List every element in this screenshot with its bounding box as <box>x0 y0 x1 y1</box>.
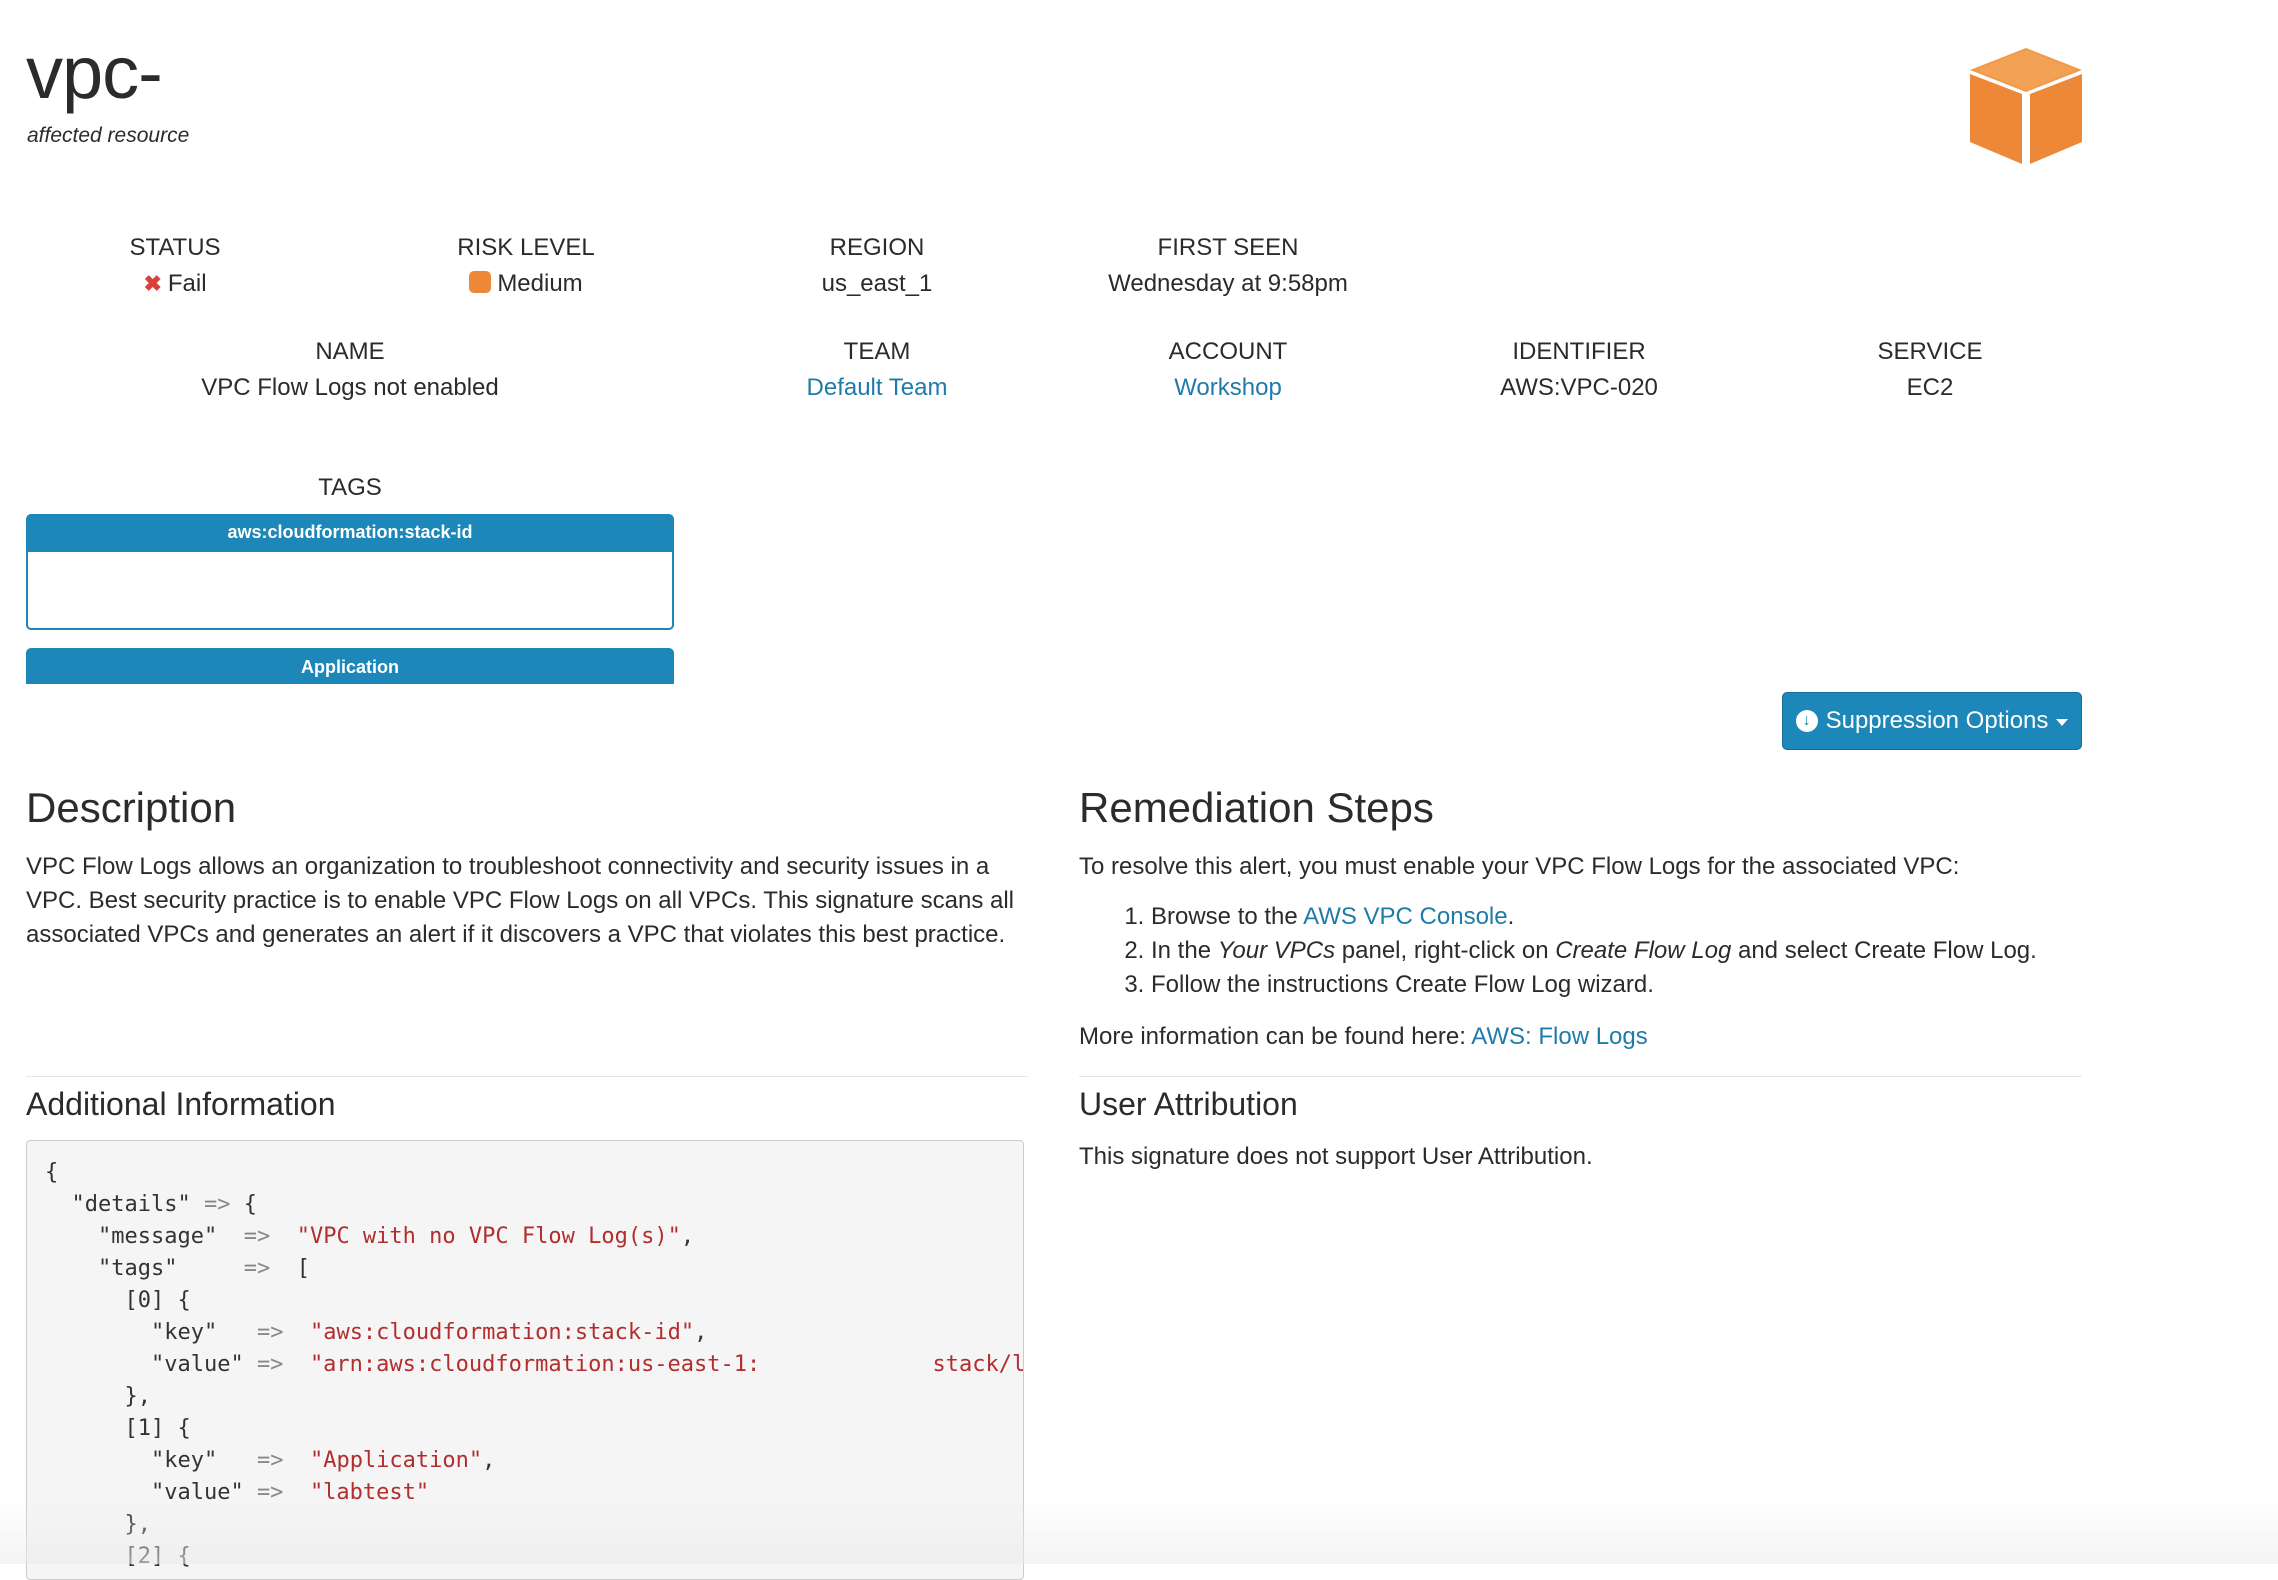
download-circle-icon: ↓ <box>1795 710 1818 732</box>
remediation-step-3: Follow the instructions Create Flow Log … <box>1151 968 2151 1002</box>
tag-header-application[interactable]: Application <box>26 648 674 684</box>
divider-left <box>26 1076 1028 1077</box>
remediation-heading: Remediation Steps <box>1079 784 1434 831</box>
suppression-options-label: Suppression Options <box>1825 707 2049 734</box>
tags-label: TAGS <box>318 474 382 501</box>
service-value: EC2 <box>1906 374 1954 401</box>
more-info-text: More information can be found here: AWS:… <box>1079 1023 1648 1050</box>
service-field: SERVICE EC2 <box>1710 338 2150 402</box>
user-attribution-text: This signature does not support User Att… <box>1079 1143 1593 1170</box>
caret-down-icon <box>2056 719 2069 726</box>
aws-flow-logs-link[interactable]: AWS: Flow Logs <box>1471 1023 1648 1050</box>
name-field: NAME VPC Flow Logs not enabled <box>130 338 570 402</box>
service-label: SERVICE <box>1877 338 1983 365</box>
name-value: VPC Flow Logs not enabled <box>201 374 499 401</box>
team-link[interactable]: Default Team <box>807 374 948 401</box>
remediation-step-2: In the Your VPCs panel, right-click on C… <box>1151 934 2151 968</box>
status-value: Fail <box>167 270 207 297</box>
tag-value-stack-id <box>26 552 674 630</box>
account-link[interactable]: Workshop <box>1174 374 1282 401</box>
remediation-step-1: Browse to the AWS VPC Console. <box>1151 900 2151 934</box>
page-subtitle: affected resource <box>27 124 190 147</box>
user-attribution-heading: User Attribution <box>1079 1086 1298 1122</box>
aws-vpc-console-link[interactable]: AWS VPC Console <box>1303 903 1508 930</box>
name-label: NAME <box>315 338 385 365</box>
square-icon <box>469 271 492 293</box>
tag-header-stack-id[interactable]: aws:cloudformation:stack-id <box>26 514 674 552</box>
aws-box-icon <box>1970 48 2082 164</box>
description-text: VPC Flow Logs allows an organization to … <box>26 853 1014 948</box>
first-seen-field: FIRST SEEN Wednesday at 9:58pm <box>1008 234 1448 298</box>
risk-level-value: Medium <box>497 270 583 297</box>
code-block: { "details" => { "message" => "VPC with … <box>45 1160 1024 1569</box>
additional-information-code: { "details" => { "message" => "VPC with … <box>26 1140 1024 1580</box>
additional-information-heading: Additional Information <box>26 1086 336 1122</box>
page-title: vpc- <box>26 31 163 114</box>
first-seen-label: FIRST SEEN <box>1157 234 1299 261</box>
suppression-options-button[interactable]: ↓ Suppression Options <box>1782 692 2082 750</box>
remediation-intro: To resolve this alert, you must enable y… <box>1079 853 1960 880</box>
description-heading: Description <box>26 784 237 831</box>
divider-right <box>1079 1076 2082 1077</box>
remediation-steps-list: Browse to the AWS VPC Console. In the Yo… <box>1079 900 2151 1002</box>
x-icon: ✖ <box>143 271 162 296</box>
first-seen-value: Wednesday at 9:58pm <box>1108 270 1348 297</box>
